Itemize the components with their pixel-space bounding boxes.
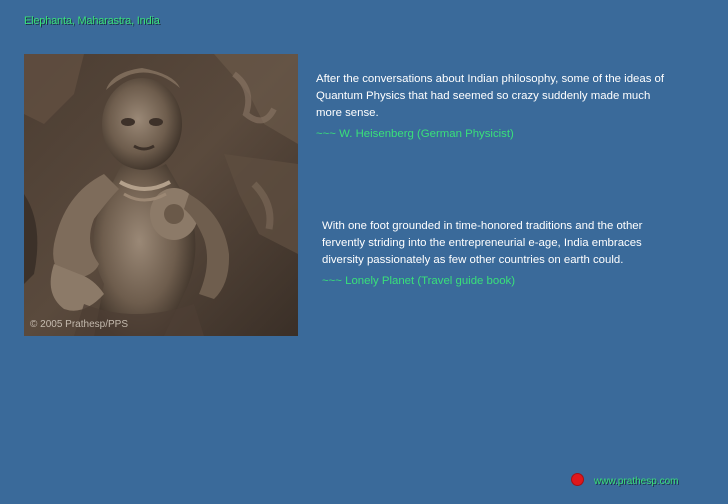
quote-attribution: ~~~ W. Heisenberg (German Physicist) <box>316 128 514 140</box>
quote-attribution: ~~~ Lonely Planet (Travel guide book) <box>322 275 516 287</box>
photo-copyright: © 2005 Prathesp/PPS <box>30 319 128 330</box>
quote-text: With one foot grounded in time-honored t… <box>322 220 643 266</box>
red-dot-icon <box>572 474 583 485</box>
quote-heisenberg: After the conversations about Indian phi… <box>316 71 666 143</box>
website-link[interactable]: www.prathesp.com <box>594 476 678 487</box>
location-caption: Elephanta, Maharastra, India <box>24 15 160 27</box>
quote-lonely-planet: With one foot grounded in time-honored t… <box>322 218 670 290</box>
quote-text: After the conversations about Indian phi… <box>316 73 665 119</box>
sculpture-illustration <box>24 54 298 336</box>
sculpture-photo: © 2005 Prathesp/PPS <box>24 54 298 336</box>
